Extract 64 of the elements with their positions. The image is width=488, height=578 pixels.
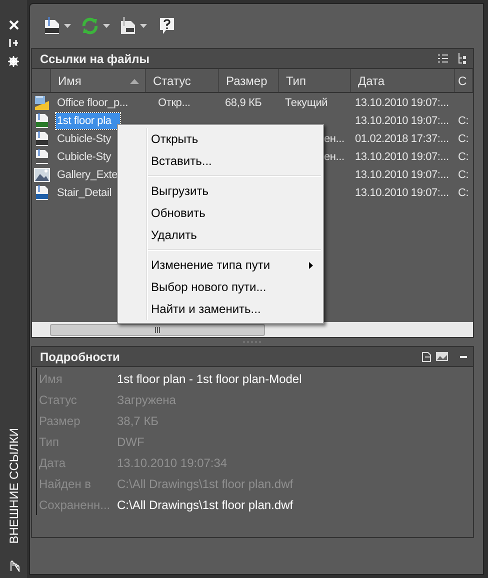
table-cell-text: 13.10.2010 19:07:... <box>355 186 449 201</box>
table-cell-text: 13.10.2010 19:07:... <box>355 150 449 165</box>
table-cell-text: C: <box>458 132 469 147</box>
close-icon[interactable] <box>8 20 18 30</box>
table-cell-text: Stair_Detail <box>57 186 112 201</box>
table-cell-text: 68,9 КБ <box>225 96 262 111</box>
table-cell-text: 01.02.2018 17:37:... <box>355 132 449 147</box>
property-value: C:\All Drawings\1st floor plan.dwf <box>117 496 294 514</box>
attach-document-icon[interactable] <box>120 17 136 35</box>
menu-item[interactable]: Удалить <box>118 224 323 246</box>
table-cell-text: ен... <box>324 132 344 147</box>
image-preview-icon[interactable] <box>436 352 448 361</box>
table-cell-text: Office floor_p... <box>57 96 128 111</box>
drawing-file-icon <box>34 95 50 111</box>
document-icon[interactable] <box>422 352 431 362</box>
column-header[interactable]: Тип <box>279 69 351 92</box>
table-cell-text: Gallery_Exte <box>57 168 118 183</box>
caret-icon[interactable] <box>140 24 147 28</box>
image-file-icon <box>34 167 50 183</box>
attached-file-icon <box>34 113 50 129</box>
tree-view-icon[interactable] <box>458 53 467 64</box>
table-cell-text: 13.10.2010 19:07:... <box>355 114 449 129</box>
panel-title: Подробности <box>40 348 120 366</box>
menu-item[interactable]: Найти и заменить... <box>118 298 323 320</box>
column-header[interactable]: Размер <box>219 69 279 92</box>
panel-title: Ссылки на файлы <box>40 50 150 68</box>
column-header[interactable]: Дата <box>351 69 455 92</box>
menu-item[interactable]: Открыть <box>118 128 323 150</box>
sort-ascending-icon <box>130 79 139 84</box>
menu-item[interactable]: Изменение типа пути <box>118 254 323 276</box>
table-cell-text: Откр... <box>158 96 190 111</box>
table-cell: 1st floor pla <box>56 112 120 130</box>
attached-file-icon <box>34 131 50 147</box>
help-icon[interactable] <box>159 17 175 35</box>
palette-title: ВНЕШНИЕ ССЫЛКИ <box>6 428 22 544</box>
column-header[interactable]: Имя <box>51 69 146 92</box>
table-cell-text: ен... <box>324 150 344 165</box>
menu-item[interactable]: Выгрузить <box>118 180 323 202</box>
list-view-icon[interactable] <box>438 54 448 63</box>
table-cell-text: Текущий <box>285 96 328 111</box>
column-header[interactable]: С <box>455 69 473 92</box>
table-cell-text: Cubicle-Sty <box>57 150 112 165</box>
submenu-arrow-icon <box>309 262 313 268</box>
menu-item[interactable]: Выбор нового пути... <box>118 276 323 298</box>
table-cell-text: Cubicle-Sty <box>57 132 112 147</box>
property-value: 1st floor plan - 1st floor plan-Model <box>117 370 302 388</box>
menu-item[interactable]: Обновить <box>118 202 323 224</box>
table-cell-text: C: <box>458 150 469 165</box>
table-cell-text: 13.10.2010 19:07:... <box>355 168 449 183</box>
settings-icon[interactable] <box>8 56 19 67</box>
table-cell-text: C: <box>458 114 469 129</box>
caret-icon[interactable] <box>103 24 110 28</box>
table-cell-text: C: <box>458 168 469 183</box>
attach-drawing-icon[interactable] <box>44 17 60 35</box>
caret-icon[interactable] <box>64 24 71 28</box>
table-cell-text: 13.10.2010 19:07:... <box>355 96 449 111</box>
horizontal-scrollbar[interactable] <box>32 322 473 337</box>
table-cell-text: C: <box>458 186 469 201</box>
attached-file-icon <box>34 149 50 165</box>
column-header[interactable]: Статус <box>146 69 219 92</box>
grip-icon <box>154 326 160 332</box>
attached-file-icon <box>34 185 50 201</box>
refresh-icon[interactable] <box>81 17 99 35</box>
menu-item[interactable]: Вставить... <box>118 150 323 172</box>
